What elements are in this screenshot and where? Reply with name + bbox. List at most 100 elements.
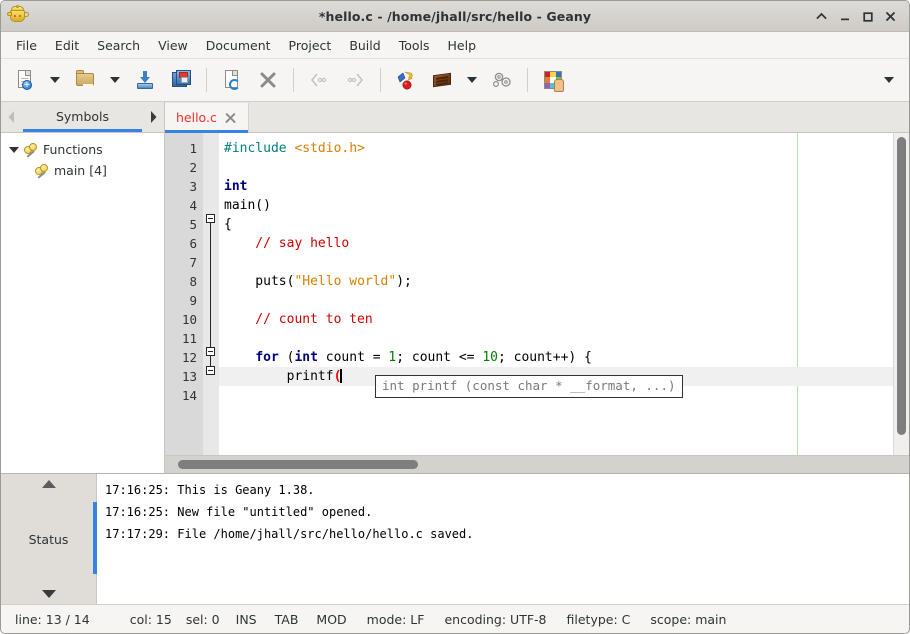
function-calltip: int printf (const char * __format, ...): [375, 375, 683, 398]
status-modified: MOD: [316, 612, 346, 627]
color-picker-icon: [541, 68, 565, 92]
line-number: 14: [165, 386, 203, 405]
fold-margin[interactable]: [203, 133, 219, 455]
menu-search[interactable]: Search: [88, 35, 149, 56]
message-tab-bar: Status: [1, 474, 97, 604]
close-x-icon[interactable]: [224, 111, 237, 124]
menu-project[interactable]: Project: [280, 35, 341, 56]
save-all-icon: [169, 68, 193, 92]
fold-toggle-line-5[interactable]: [206, 214, 215, 223]
window-title: *hello.c - /home/jhall/src/hello - Geany: [1, 9, 909, 24]
status-sel: sel: 0: [186, 612, 220, 627]
fold-toggle-line-13[interactable]: [206, 366, 215, 375]
menu-document[interactable]: Document: [197, 35, 280, 56]
chevron-down-icon[interactable]: [9, 147, 19, 153]
code-line-9: [219, 291, 893, 310]
sidebar-prev-tab-button[interactable]: [1, 103, 23, 131]
close-window-button[interactable]: [879, 5, 901, 27]
build-dropdown[interactable]: [460, 63, 484, 97]
close-x-icon: [256, 68, 280, 92]
toolbar-overflow-button[interactable]: [875, 63, 903, 97]
line-number: 11: [165, 329, 203, 348]
line-number: 3: [165, 177, 203, 196]
build-button[interactable]: [424, 63, 460, 97]
line-number: 6: [165, 234, 203, 253]
menu-tools[interactable]: Tools: [390, 35, 439, 56]
document-tab-hello-c[interactable]: hello.c: [165, 103, 249, 132]
tree-item-label: Functions: [43, 142, 103, 157]
line-number: 2: [165, 158, 203, 177]
compile-icon: [394, 68, 418, 92]
arrow-left-icon: [6, 110, 18, 124]
tree-row[interactable]: main [4]: [1, 160, 164, 181]
document-tab-label: hello.c: [176, 110, 217, 125]
minimize-window-button[interactable]: [833, 5, 855, 27]
fold-toggle-line-12[interactable]: [206, 347, 215, 356]
menu-file[interactable]: File: [7, 35, 46, 56]
message-time: 17:16:25:: [105, 483, 170, 497]
geany-teapot-icon: [7, 5, 29, 27]
open-file-dropdown[interactable]: [103, 63, 127, 97]
message-time: 17:16:25:: [105, 505, 170, 519]
save-icon: [133, 68, 157, 92]
revert-button[interactable]: [214, 63, 250, 97]
compile-button[interactable]: [388, 63, 424, 97]
status-eol-mode: mode: LF: [367, 612, 425, 627]
menu-build[interactable]: Build: [340, 35, 389, 56]
navigate-back-button[interactable]: [301, 63, 337, 97]
list-item: 17:16:25: New file "untitled" opened.: [105, 501, 909, 523]
menu-help[interactable]: Help: [439, 35, 486, 56]
status-bar: line: 13 / 14 col: 15 sel: 0 INS TAB MOD…: [1, 604, 909, 633]
tree-item-label: main [4]: [54, 163, 107, 178]
triangle-up-icon[interactable]: [42, 480, 56, 488]
message-tab-status[interactable]: Status: [29, 532, 69, 547]
open-file-button[interactable]: [67, 63, 103, 97]
code-line-6: // say hello: [219, 234, 893, 253]
save-button[interactable]: [127, 63, 163, 97]
save-all-button[interactable]: [163, 63, 199, 97]
horizontal-scrollbar-thumb[interactable]: [178, 460, 418, 469]
navigate-forward-button[interactable]: [337, 63, 373, 97]
code-line-2: [219, 158, 893, 177]
line-number: 10: [165, 310, 203, 329]
color-chooser-button[interactable]: [535, 63, 571, 97]
sidebar-tab-bar: Symbols: [1, 102, 164, 133]
line-number: 8: [165, 272, 203, 291]
menu-view[interactable]: View: [149, 35, 197, 56]
message-list[interactable]: 17:16:25: This is Geany 1.38. 17:16:25: …: [97, 474, 909, 604]
code-line-8: puts("Hello world");: [219, 272, 893, 291]
menu-bar: File Edit Search View Document Project B…: [1, 32, 909, 59]
code-line-1: #include <stdio.h>: [219, 139, 893, 158]
toolbar-separator: [293, 68, 294, 92]
line-number: 7: [165, 253, 203, 272]
sidebar-active-tab-indicator: [23, 129, 142, 132]
menu-edit[interactable]: Edit: [46, 35, 88, 56]
sidebar-next-tab-button[interactable]: [142, 103, 164, 131]
new-file-dropdown[interactable]: [43, 63, 67, 97]
open-folder-icon: [73, 68, 97, 92]
run-button[interactable]: [484, 63, 520, 97]
status-indent-mode: TAB: [275, 612, 299, 627]
close-document-button[interactable]: [250, 63, 286, 97]
sidebar-tab-label: Symbols: [56, 109, 109, 124]
code-line-4: main(): [219, 196, 893, 215]
maximize-window-button[interactable]: [856, 5, 878, 27]
line-number: 5: [165, 215, 203, 234]
code-line-7: [219, 253, 893, 272]
message-text: File /home/jhall/src/hello/hello.c saved…: [177, 527, 473, 541]
sidebar-tab-symbols[interactable]: Symbols: [23, 103, 142, 131]
code-text[interactable]: #include <stdio.h> int main() { // say h…: [219, 133, 893, 455]
message-text: This is Geany 1.38.: [177, 483, 314, 497]
message-time: 17:17:29:: [105, 527, 170, 541]
title-bar: *hello.c - /home/jhall/src/hello - Geany: [1, 1, 909, 32]
vertical-scrollbar-thumb[interactable]: [897, 137, 906, 435]
triangle-down-icon[interactable]: [42, 590, 56, 598]
new-file-button[interactable]: +: [7, 63, 43, 97]
tree-row[interactable]: Functions: [1, 139, 164, 160]
line-number: 9: [165, 291, 203, 310]
chevron-down-icon: [110, 77, 120, 83]
editor-horizontal-scrollbar[interactable]: [165, 455, 909, 473]
line-number: 1: [165, 139, 203, 158]
shade-window-button[interactable]: [810, 5, 832, 27]
editor-vertical-scrollbar[interactable]: [893, 133, 909, 455]
